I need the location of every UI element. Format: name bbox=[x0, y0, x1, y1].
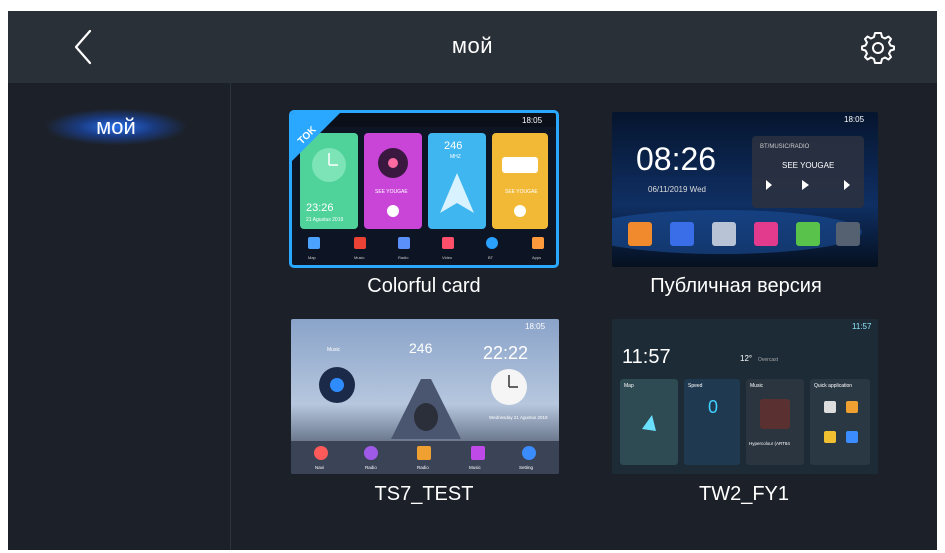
theme-name: TS7_TEST bbox=[374, 483, 474, 505]
theme-name: Colorful card bbox=[367, 275, 481, 297]
preview-radio-number: 246 bbox=[444, 140, 462, 152]
preview-track: Hypercolour (ART84 bbox=[749, 441, 790, 446]
preview-dock-music: Music bbox=[469, 465, 482, 470]
preview-clock-time: 23:26 bbox=[306, 202, 334, 214]
sidebar: мой bbox=[8, 83, 231, 550]
top-bar: мой bbox=[8, 11, 937, 83]
page-title: мой bbox=[451, 33, 494, 58]
preview-tile-speed: Speed bbox=[688, 383, 703, 389]
theme-preview-ts7: 18:05 Music 246 22:22 Wednesday 21 Agust… bbox=[291, 319, 559, 474]
preview-status-time: 11:57 bbox=[852, 322, 872, 331]
preview-dock-radio-2: Radio bbox=[417, 465, 429, 470]
preview-clock-time: 08:26 bbox=[636, 141, 716, 177]
preview-dock-apps: Apps bbox=[532, 255, 541, 260]
sidebar-item-moy[interactable]: мой bbox=[46, 109, 186, 145]
preview-radio-unit: MHZ bbox=[450, 154, 461, 160]
preview-tile-map: Map bbox=[624, 383, 634, 389]
preview-dock-navi: Navi bbox=[315, 465, 324, 470]
preview-dock-music: Music bbox=[354, 255, 364, 260]
gear-icon bbox=[861, 32, 895, 64]
preview-clock-date: Wednesday 21 Agustus 2019 bbox=[489, 415, 548, 420]
preview-clock-time: 22:22 bbox=[483, 343, 528, 363]
theme-preview-colorful: 18:05 23:26 21 Agustus 2019 SEE YOUGAE 2… bbox=[289, 110, 559, 268]
preview-clock-date: 21 Agustus 2019 bbox=[306, 217, 343, 223]
preview-media-title: SEE YOUGAE bbox=[782, 161, 834, 170]
preview-dock-map: Map bbox=[308, 255, 317, 260]
preview-dock-radio: Radio bbox=[398, 255, 409, 260]
preview-weather-temp: 12° bbox=[740, 354, 752, 363]
preview-weather-label: Overcast bbox=[758, 357, 779, 363]
preview-status-time: 18:05 bbox=[844, 115, 865, 124]
preview-dock-setting: Setting bbox=[519, 465, 534, 470]
preview-dock-bt: BT bbox=[488, 255, 494, 260]
theme-preview-public: 18:05 08:26 06/11/2019 Wed BT/MUSIC/RADI… bbox=[612, 112, 878, 267]
preview-dock-video: Video bbox=[442, 255, 453, 260]
launcher-theme-screen: мой мой 18:05 23:26 21 Agustus 2019 SEE … bbox=[8, 11, 937, 550]
preview-tile-music: Music bbox=[750, 383, 764, 389]
preview-tile-quick: Quick application bbox=[814, 383, 852, 389]
preview-dock-radio: Radio bbox=[365, 465, 377, 470]
theme-name: Публичная версия bbox=[650, 275, 822, 297]
preview-speed-value: 0 bbox=[708, 397, 718, 417]
preview-music-label: Music bbox=[327, 347, 341, 353]
preview-music-caption: SEE YOUGAE bbox=[375, 189, 408, 195]
settings-button[interactable] bbox=[860, 29, 896, 65]
preview-media-header: BT/MUSIC/RADIO bbox=[760, 144, 810, 150]
preview-status-time: 18:05 bbox=[522, 116, 543, 125]
theme-preview-tw2: 11:57 11:57 12° Overcast Map Speed Music… bbox=[612, 319, 878, 474]
preview-clock-time: 11:57 bbox=[622, 346, 671, 368]
theme-name: TW2_FY1 bbox=[698, 483, 790, 505]
preview-clock-date: 06/11/2019 Wed bbox=[648, 185, 706, 194]
preview-status-time: 18:05 bbox=[525, 322, 546, 331]
preview-radio-caption: SEE YOUGAE bbox=[505, 189, 538, 195]
preview-radio-number: 246 bbox=[409, 340, 433, 356]
